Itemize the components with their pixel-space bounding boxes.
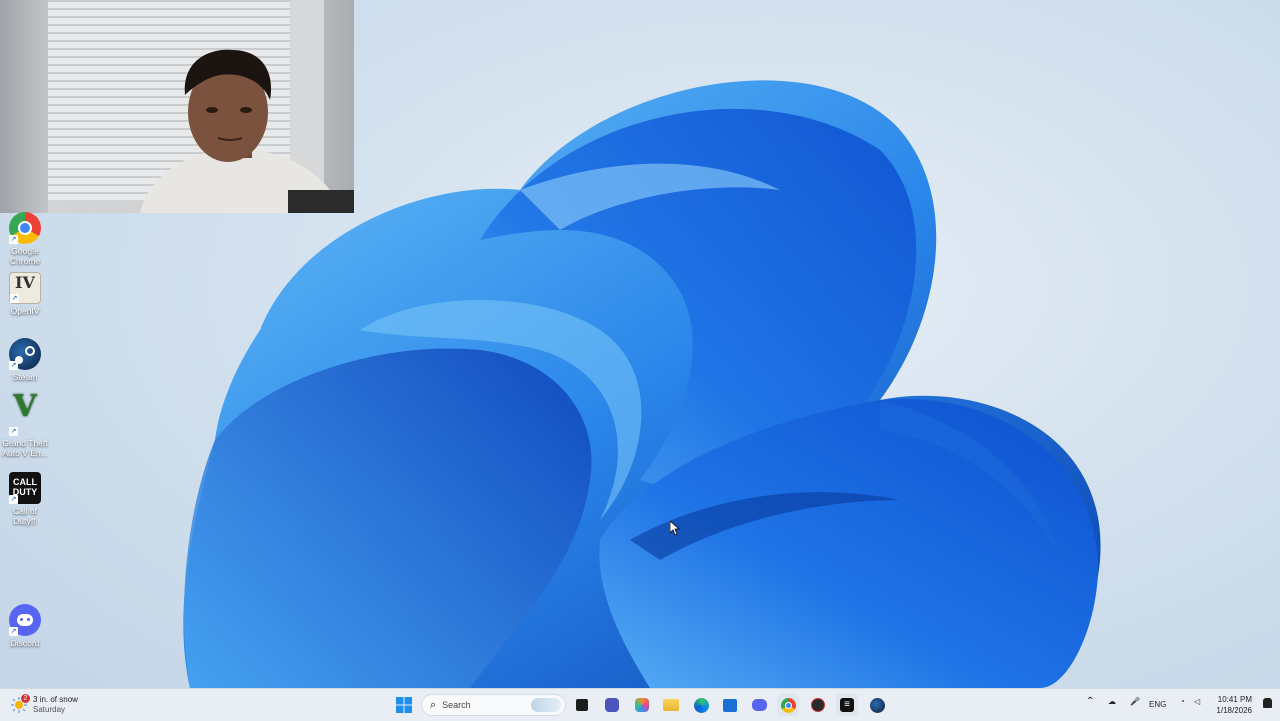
onedrive-icon[interactable]: ☁	[1108, 697, 1116, 706]
store-button[interactable]	[719, 694, 741, 716]
steam-icon: ↗	[9, 338, 41, 370]
search-icon: ⌕	[430, 698, 437, 711]
desktop-icon-gta-v[interactable]: V ↗ Grand Theft Auto V En...	[0, 389, 50, 459]
capcut-icon: ≡	[840, 698, 854, 712]
mouse-cursor-icon	[670, 521, 680, 536]
discord-taskbar-button[interactable]	[748, 694, 770, 716]
chrome-icon: ↗	[9, 212, 41, 244]
volume-icon[interactable]: ◁	[1194, 697, 1200, 706]
notification-bell-icon[interactable]	[1263, 698, 1272, 708]
search-highlight-icon	[531, 698, 561, 712]
chat-icon	[605, 698, 619, 712]
desktop-icon-label: Google Chrome	[9, 246, 41, 266]
store-icon	[723, 698, 737, 712]
clock-time: 10:41 PM	[1217, 695, 1252, 704]
person-figure	[140, 49, 354, 213]
weather-text: 3 in. of snow	[33, 695, 78, 704]
openiv-icon: IV ↗	[9, 272, 41, 304]
file-explorer-icon	[663, 699, 679, 711]
desktop-icon-label: Discord	[10, 638, 40, 648]
desktop-icon-label: Call of Duty®	[12, 506, 38, 526]
wifi-icon[interactable]: ◔	[1180, 697, 1185, 706]
game-taskbar-button[interactable]	[807, 694, 829, 716]
taskbar: 2 3 in. of snow Saturday ⌕ Search ≡ ⌃ ☁ …	[0, 688, 1280, 721]
gta-v-icon: V ↗	[9, 389, 37, 436]
desktop-icon-call-of-duty[interactable]: CALL DUTY ↗ Call of Duty®	[0, 472, 50, 526]
desktop-icon-label: Steam	[12, 372, 38, 382]
edge-button[interactable]	[690, 694, 712, 716]
game-icon	[811, 698, 825, 712]
windows-logo-icon	[396, 697, 412, 713]
edge-icon	[693, 697, 709, 713]
show-hidden-icons-chevron-icon[interactable]: ⌃	[1086, 696, 1094, 707]
copilot-icon	[635, 698, 649, 712]
chrome-icon	[780, 697, 796, 713]
desktop-icon-chrome[interactable]: ↗ Google Chrome	[0, 212, 50, 266]
chat-button[interactable]	[601, 694, 623, 716]
task-view-icon	[576, 699, 588, 711]
clock-date: 1/18/2026	[1216, 706, 1252, 715]
notification-badge: 2	[21, 694, 30, 703]
discord-icon: ↗	[9, 604, 41, 636]
steam-taskbar-button[interactable]	[866, 694, 888, 716]
desktop-icon-discord[interactable]: ↗ Discord	[0, 604, 50, 648]
steam-icon	[869, 697, 885, 713]
start-button[interactable]	[393, 694, 415, 716]
task-view-button[interactable]	[571, 694, 593, 716]
taskbar-search-box[interactable]: ⌕ Search	[421, 694, 566, 716]
desktop-icon-label: OpenIV	[10, 306, 40, 316]
desktop-icon-openiv[interactable]: IV ↗ OpenIV	[0, 272, 50, 316]
weather-day: Saturday	[33, 705, 66, 714]
shortcut-arrow-icon: ↗	[9, 235, 18, 244]
call-of-duty-icon: CALL DUTY ↗	[9, 472, 41, 504]
shortcut-arrow-icon: ↗	[9, 427, 18, 436]
copilot-button[interactable]	[631, 694, 653, 716]
file-explorer-button[interactable]	[660, 694, 682, 716]
shortcut-arrow-icon: ↗	[9, 361, 18, 370]
clock[interactable]: 10:41 PM 1/18/2026	[1216, 694, 1252, 716]
weather-widget[interactable]: 2 3 in. of snow Saturday	[10, 693, 78, 717]
shortcut-arrow-icon: ↗	[9, 627, 18, 636]
capcut-taskbar-button[interactable]: ≡	[836, 694, 858, 716]
discord-icon	[751, 699, 767, 711]
system-tray: ⌃ ☁ 🎤 ENG ◔ ◁ 10:41 PM 1/18/2026	[1080, 689, 1280, 721]
microphone-icon[interactable]: 🎤	[1130, 697, 1140, 706]
shortcut-arrow-icon: ↗	[10, 294, 19, 303]
webcam-overlay	[0, 0, 354, 213]
shortcut-arrow-icon: ↗	[9, 495, 18, 504]
weather-icon: 2	[10, 694, 30, 714]
language-indicator[interactable]: ENG	[1149, 700, 1166, 709]
desktop-icon-steam[interactable]: ↗ Steam	[0, 338, 50, 382]
search-placeholder: Search	[442, 700, 471, 710]
chrome-taskbar-button[interactable]	[777, 694, 799, 716]
desktop-icon-label: Grand Theft Auto V En...	[2, 438, 48, 458]
